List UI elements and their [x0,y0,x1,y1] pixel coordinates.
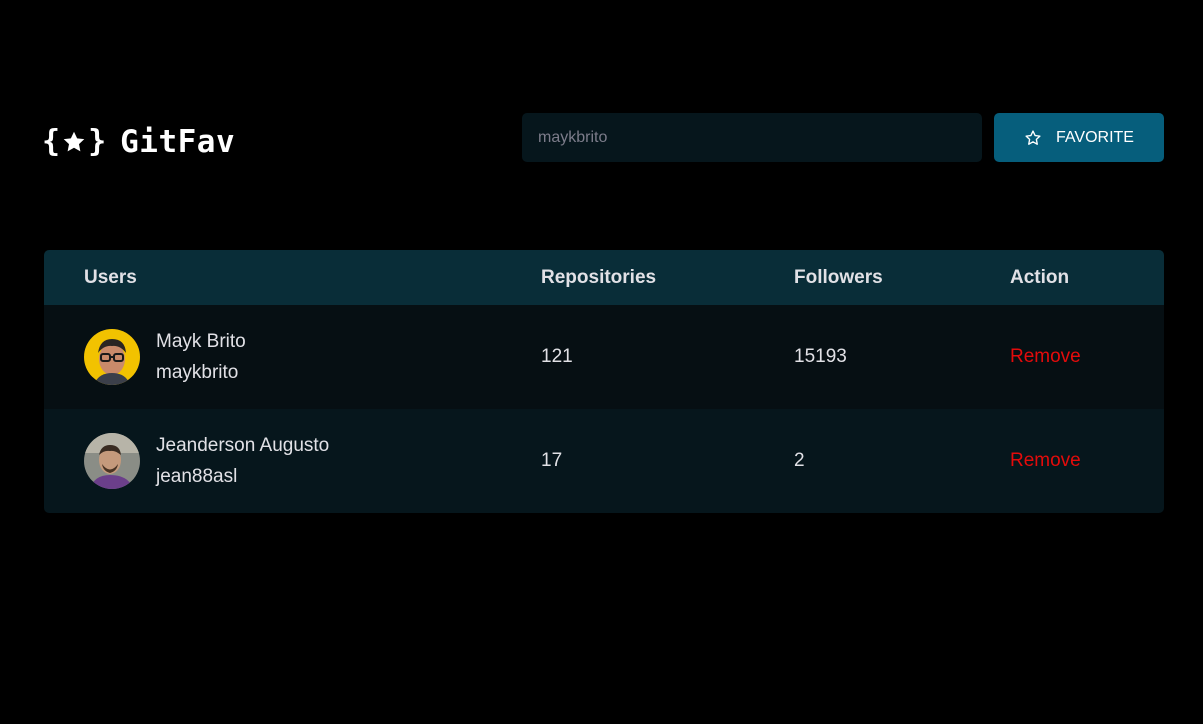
table-header: Users Repositories Followers Action [44,250,1164,305]
user-cell: Jeanderson Augusto jean88asl [44,430,541,492]
column-header-users: Users [84,266,137,288]
user-login: maykbrito [156,362,239,383]
search-input[interactable] [522,113,982,162]
followers-cell: 15193 [794,346,847,367]
table-row: Mayk Brito maykbrito 121 15193 Remove [44,305,1164,409]
user-cell: Mayk Brito maykbrito [44,326,541,388]
favorites-table: Users Repositories Followers Action Mayk… [44,250,1164,513]
favorite-button[interactable]: FAVORITE [994,113,1164,162]
gitfav-app: { } GitFav FAVORITE Users Repositories F… [0,0,1203,724]
user-name: Jeanderson Augusto [156,435,330,456]
avatar[interactable] [84,329,140,385]
user-text: Jeanderson Augusto jean88asl [156,430,329,492]
logo-brace-open: { [42,124,61,159]
logo-brace-close: } [88,124,107,159]
repositories-cell: 121 [541,346,573,367]
action-cell: Remove [1010,346,1164,368]
app-title: GitFav [120,124,236,160]
repositories-cell: 17 [541,450,563,471]
followers-cell: 2 [794,450,805,471]
logo-star-icon [63,131,85,152]
star-outline-icon [1025,129,1041,145]
column-header-followers: Followers [794,266,883,288]
action-cell: Remove [1010,450,1164,472]
column-header-action: Action [1010,266,1070,288]
table-row: Jeanderson Augusto jean88asl 17 2 Remove [44,409,1164,513]
remove-button[interactable]: Remove [1010,346,1081,368]
user-login: jean88asl [156,466,238,487]
app-logo: { } GitFav [42,122,235,162]
user-text: Mayk Brito maykbrito [156,326,246,388]
avatar[interactable] [84,433,140,489]
favorite-button-label: FAVORITE [1056,128,1134,146]
logo-mark: { } [42,127,106,157]
user-name: Mayk Brito [156,331,246,352]
remove-button[interactable]: Remove [1010,450,1081,472]
column-header-repositories: Repositories [541,266,657,288]
